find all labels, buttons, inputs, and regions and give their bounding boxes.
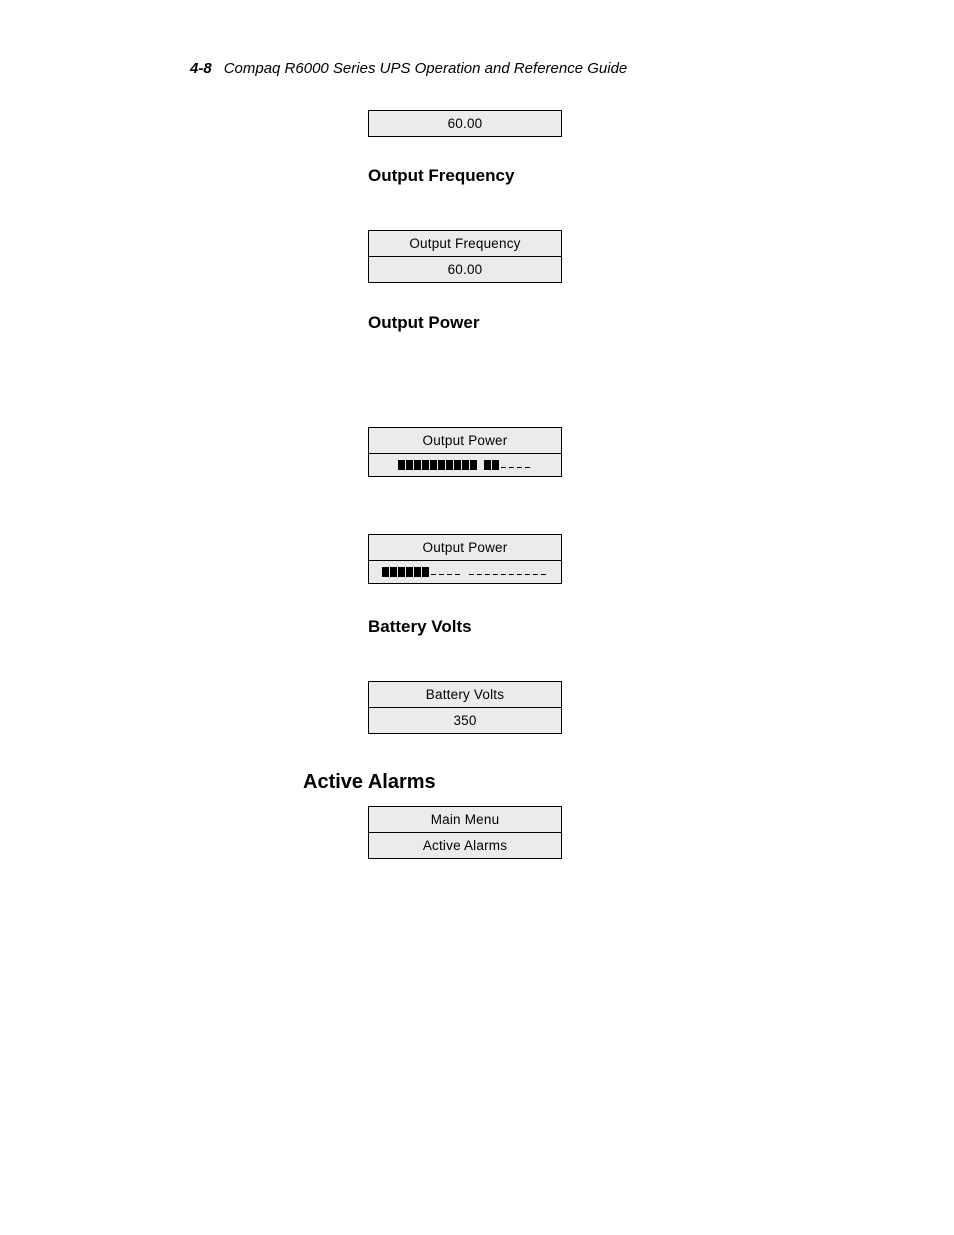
display-box-output-power-2: Output Power (368, 534, 562, 584)
page-number: 4-8 (190, 60, 212, 77)
bar-segment-1 (398, 460, 478, 470)
page-header: 4-8 Compaq R6000 Series UPS Operation and… (190, 60, 627, 77)
power-bar-graph-1 (369, 453, 561, 476)
subheading-output-power: Output Power (368, 313, 863, 333)
display-label: Output Frequency (369, 231, 561, 256)
display-value: 60.00 (369, 256, 561, 282)
display-label: Output Power (369, 428, 561, 453)
display-value: 60.00 (369, 111, 561, 136)
bar-segment-2 (484, 460, 532, 470)
display-box-output-frequency: Output Frequency 60.00 (368, 230, 562, 283)
display-value: Active Alarms (369, 832, 561, 858)
display-label: Main Menu (369, 807, 561, 832)
subheading-output-frequency: Output Frequency (368, 166, 863, 186)
heading-active-alarms: Active Alarms (303, 771, 863, 794)
power-bar-graph-2 (369, 560, 561, 583)
display-label: Battery Volts (369, 682, 561, 707)
display-value: 350 (369, 707, 561, 733)
display-box-battery-volts: Battery Volts 350 (368, 681, 562, 734)
display-box-output-power-1: Output Power (368, 427, 562, 477)
header-title: Compaq R6000 Series UPS Operation and Re… (224, 60, 628, 77)
display-box-input-freq-value: 60.00 (368, 110, 562, 137)
display-box-active-alarms: Main Menu Active Alarms (368, 806, 562, 859)
subheading-battery-volts: Battery Volts (368, 617, 863, 637)
display-label: Output Power (369, 535, 561, 560)
bar-segment-2 (468, 567, 548, 577)
bar-segment-1 (382, 567, 462, 577)
